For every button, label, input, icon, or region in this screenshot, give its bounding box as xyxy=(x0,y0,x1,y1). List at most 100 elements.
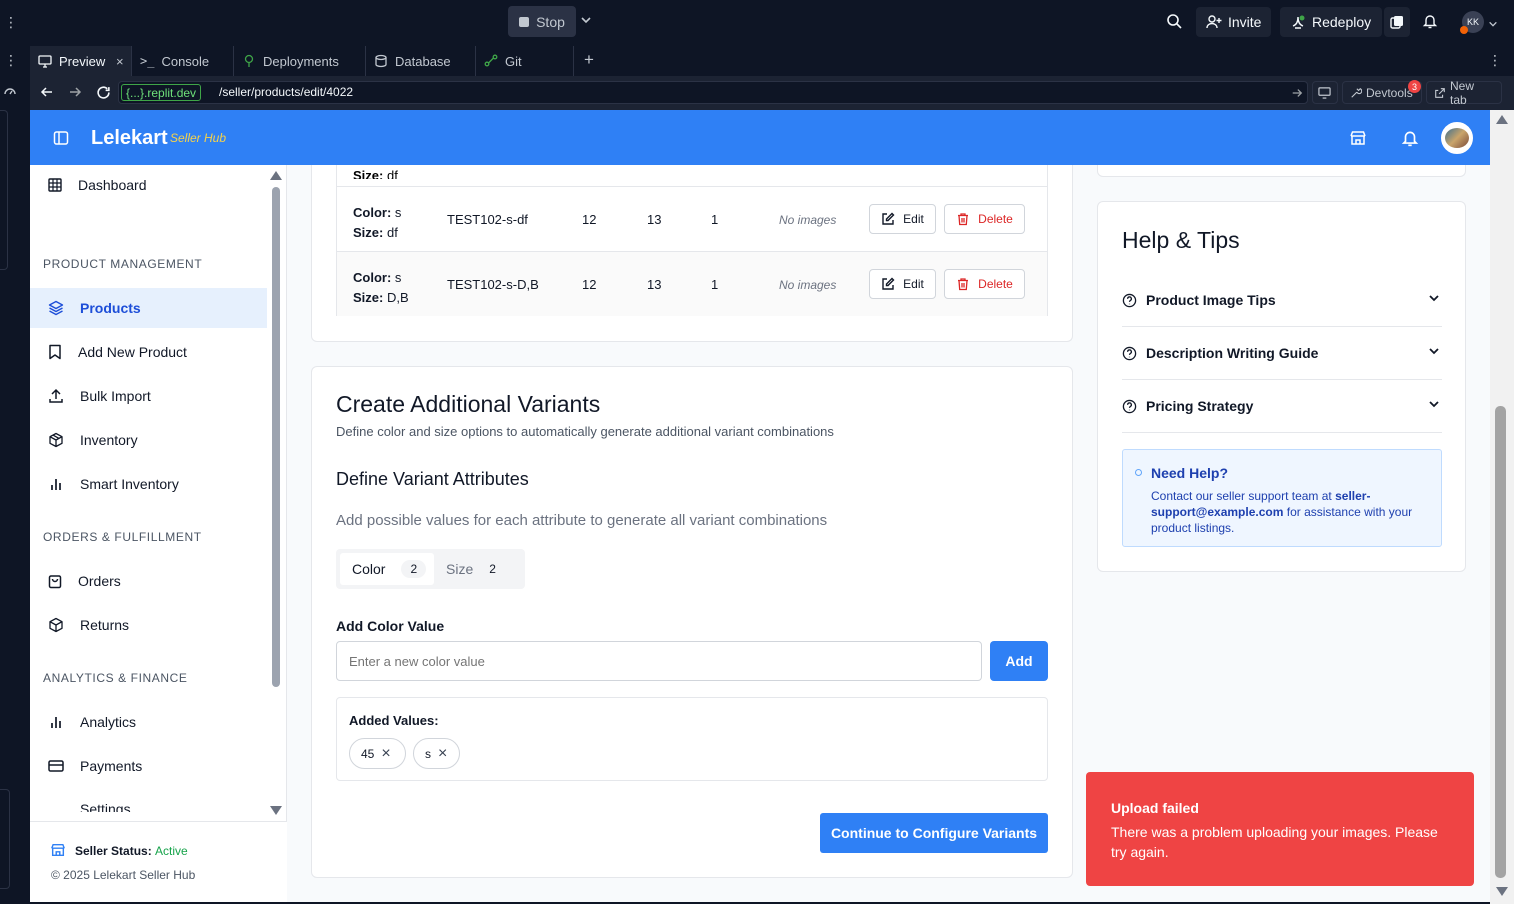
sidebar-item-returns[interactable]: Returns xyxy=(30,605,267,645)
help-item-product-image-tips[interactable]: Product Image Tips xyxy=(1122,274,1442,327)
close-icon[interactable]: × xyxy=(381,745,390,763)
help-circle-icon xyxy=(1122,346,1137,360)
need-help-text: Contact our seller support team at selle… xyxy=(1151,488,1431,536)
redeploy-icon xyxy=(1292,15,1305,29)
help-item-description-writing-guide[interactable]: Description Writing Guide xyxy=(1122,327,1442,380)
search-icon[interactable] xyxy=(1166,13,1182,34)
refresh-icon[interactable] xyxy=(96,85,111,105)
tab-database[interactable]: Database xyxy=(366,46,476,76)
sidebar-item-smart-inventory[interactable]: Smart Inventory xyxy=(30,464,267,504)
more-vertical-icon[interactable]: ⋮ xyxy=(1488,52,1502,69)
create-variants-title: Create Additional Variants xyxy=(336,391,601,417)
add-tab-icon[interactable]: + xyxy=(584,50,594,70)
chevron-down-icon[interactable] xyxy=(1488,16,1498,34)
help-item-label: Pricing Strategy xyxy=(1146,398,1254,414)
help-item-pricing-strategy[interactable]: Pricing Strategy xyxy=(1122,380,1442,433)
redeploy-button[interactable]: Redeploy xyxy=(1280,7,1382,37)
images-cell: No images xyxy=(779,213,837,227)
chevron-down-icon[interactable] xyxy=(580,13,592,31)
sidebar-item-products[interactable]: Products xyxy=(30,288,267,328)
sidebar-scrollbar[interactable] xyxy=(272,187,280,687)
chevron-down-icon xyxy=(1429,401,1439,408)
edit-button[interactable]: Edit xyxy=(869,269,936,299)
bell-icon[interactable] xyxy=(1401,129,1419,152)
tab-console[interactable]: >_ Console xyxy=(132,46,234,76)
sidebar-item-payments[interactable]: Payments xyxy=(30,746,267,786)
tab-label: Git xyxy=(505,53,522,69)
help-item-label: Product Image Tips xyxy=(1146,292,1276,308)
sidebar-item-label: Inventory xyxy=(80,432,138,448)
address-bar[interactable]: {...}.replit.dev /seller/products/edit/4… xyxy=(118,81,1308,104)
more-vertical-icon[interactable]: ⋮ xyxy=(4,14,18,31)
delete-button[interactable]: Delete xyxy=(944,204,1025,234)
sidebar-item-analytics[interactable]: Analytics xyxy=(30,702,267,742)
sidebar-item-orders[interactable]: Orders xyxy=(30,561,267,601)
sku-cell: TEST102-s-D,B xyxy=(447,277,539,292)
brand-logo[interactable]: Lelekart xyxy=(91,127,168,150)
stop-button[interactable]: Stop xyxy=(508,6,576,37)
color-value-input[interactable] xyxy=(336,641,982,681)
sidebar-item-label: Products xyxy=(80,300,141,316)
variants-card: Size: df Color: s Size: df TEST102-s-df … xyxy=(311,135,1073,342)
continue-button[interactable]: Continue to Configure Variants xyxy=(820,813,1048,853)
add-button[interactable]: Add xyxy=(990,641,1048,681)
edit-button[interactable]: Edit xyxy=(869,204,936,234)
edit-icon xyxy=(882,277,895,290)
more-vertical-icon[interactable]: ⋮ xyxy=(4,52,18,69)
chip-label: s xyxy=(425,746,431,761)
sidebar-item-inventory[interactable]: Inventory xyxy=(30,420,267,460)
sidebar-item-bulk-import[interactable]: Bulk Import xyxy=(30,376,267,416)
tab-size[interactable]: Size 2 xyxy=(436,553,521,585)
gauge-icon[interactable] xyxy=(3,84,17,103)
replit-left-strip: ⋮ xyxy=(0,44,30,904)
scroll-down-icon[interactable] xyxy=(270,806,282,815)
profile-avatar[interactable] xyxy=(1441,122,1473,154)
scroll-up-icon[interactable] xyxy=(1496,115,1508,124)
tab-label: Preview xyxy=(59,53,106,69)
sidebar-item-settings[interactable]: Settings xyxy=(30,792,267,812)
color-value: s xyxy=(394,205,402,220)
scroll-up-icon[interactable] xyxy=(270,171,282,180)
chip-label: 45 xyxy=(361,746,375,761)
sidebar-toggle-icon[interactable] xyxy=(53,130,69,151)
new-tab-button[interactable]: New tab xyxy=(1426,79,1502,107)
scroll-thumb[interactable] xyxy=(1495,406,1506,878)
tab-deployments[interactable]: Deployments xyxy=(234,46,366,76)
app-header: Lelekart Seller Hub xyxy=(30,110,1490,165)
database-icon xyxy=(375,54,387,68)
tab-label: Deployments xyxy=(263,53,339,69)
back-icon[interactable] xyxy=(40,85,54,104)
tab-color[interactable]: Color 2 xyxy=(340,553,434,585)
color-label: Color: xyxy=(353,205,392,220)
scroll-down-icon[interactable] xyxy=(1496,887,1508,896)
forward-icon[interactable] xyxy=(68,85,82,104)
delete-button[interactable]: Delete xyxy=(944,269,1025,299)
error-toast: Upload failed There was a problem upload… xyxy=(1086,772,1474,886)
table-row: Color: s Size: D,B TEST102-s-D,B 12 13 1… xyxy=(337,252,1047,316)
sidebar-item-add-new-product[interactable]: Add New Product xyxy=(30,332,267,372)
copy-icon[interactable] xyxy=(1384,7,1410,37)
screen-button[interactable] xyxy=(1312,81,1338,104)
package-icon xyxy=(49,432,63,448)
partial-row-size: Size: df xyxy=(353,168,398,179)
section-analytics-finance: ANALYTICS & FINANCE xyxy=(43,671,188,685)
sidebar-item-label: Add New Product xyxy=(78,344,187,360)
value-chip: s × xyxy=(413,738,460,769)
price-cell: 12 xyxy=(582,277,597,292)
add-value-label: Add Color Value xyxy=(336,618,445,634)
close-icon[interactable]: × xyxy=(438,745,447,763)
mrp-cell: 13 xyxy=(647,212,662,227)
page-scrollbar[interactable] xyxy=(1490,110,1514,904)
store-icon[interactable] xyxy=(1349,129,1367,152)
go-arrow-icon[interactable] xyxy=(1291,86,1303,104)
layers-icon xyxy=(48,300,64,316)
tab-git[interactable]: Git xyxy=(476,46,574,76)
sidebar-item-dashboard[interactable]: Dashboard xyxy=(30,165,267,205)
close-icon[interactable]: × xyxy=(116,54,124,69)
replit-tab-bar: Preview × >_ Console Deployments Databas… xyxy=(30,44,1514,76)
size-value: D,B xyxy=(386,290,409,305)
tab-preview[interactable]: Preview × xyxy=(30,46,132,76)
edit-label: Edit xyxy=(903,212,924,226)
invite-button[interactable]: Invite xyxy=(1196,7,1272,37)
bell-icon[interactable] xyxy=(1422,13,1438,34)
